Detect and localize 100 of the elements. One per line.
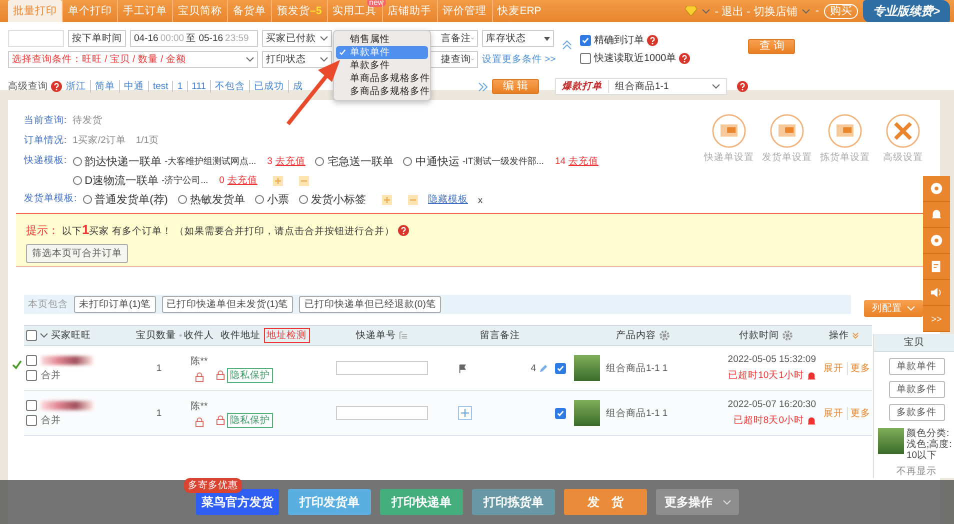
recharge-link[interactable]: 去充值 — [568, 155, 599, 168]
speaker-icon[interactable] — [930, 286, 943, 299]
flag-icon[interactable] — [458, 364, 467, 372]
action-button[interactable]: 打印快递单 — [380, 489, 463, 515]
saved-query-link[interactable]: 111 — [186, 81, 210, 92]
settings-shortcut[interactable]: 快递单设置 — [704, 114, 754, 164]
template-name[interactable]: 热敏发货单 — [190, 192, 245, 207]
add-icon[interactable] — [382, 194, 392, 204]
status-filter-button[interactable]: 未打印订单(1)笔 — [74, 296, 156, 313]
payment-status-dropdown[interactable]: 买家已付款 — [262, 30, 332, 47]
tracking-number-field[interactable] — [336, 361, 428, 375]
privacy-tag[interactable]: 隐私保护 — [227, 412, 273, 428]
action-button[interactable]: 打印拣货单 — [472, 489, 555, 515]
recharge-link[interactable]: 去充值 — [227, 174, 258, 187]
pencil-icon[interactable] — [539, 364, 548, 372]
caret-icon — [320, 36, 328, 41]
bell-icon[interactable] — [930, 208, 943, 221]
address-check-tag[interactable]: 地址检测 — [264, 328, 310, 343]
saved-query-link[interactable]: 不包含 — [210, 80, 250, 93]
collapse-button[interactable]: >> — [931, 314, 942, 324]
more-conditions-link[interactable]: 设置更多条件 >> — [482, 51, 556, 68]
menu-item[interactable]: 单商品多规格多件 — [336, 72, 428, 85]
expand-icon[interactable] — [478, 82, 488, 92]
template-name[interactable]: 宅急送一联单 — [327, 154, 394, 169]
checkbox[interactable] — [580, 52, 591, 64]
saved-query-link[interactable]: 已成功 — [249, 80, 288, 93]
account-links[interactable]: - 退出 - 切换店铺 — [714, 4, 798, 18]
field-label: 当前查询: — [24, 114, 67, 127]
radio-button[interactable] — [72, 157, 82, 166]
row-action-link[interactable]: 展开 — [820, 406, 846, 420]
renew-banner[interactable]: 专业版续费> — [862, 0, 950, 22]
privacy-tag[interactable]: 隐私保护 — [227, 368, 273, 382]
row-action-link[interactable]: 展开 — [820, 362, 846, 374]
add-icon[interactable] — [273, 176, 284, 186]
saved-query-link[interactable]: 简单 — [90, 80, 119, 93]
stock-status-dropdown[interactable]: 库存状态 — [482, 30, 554, 47]
checkbox[interactable] — [26, 354, 37, 366]
checkbox[interactable] — [554, 408, 566, 418]
column-config-button[interactable]: 列配置 — [864, 300, 923, 317]
saved-query-link[interactable]: 浙江 — [62, 80, 90, 93]
hot-item-dropdown[interactable]: 爆款打单 组合商品1-1 — [555, 78, 727, 95]
dismiss-link[interactable]: 不再显示 — [896, 465, 936, 478]
search-field[interactable] — [8, 30, 64, 47]
radio-button[interactable] — [298, 195, 308, 204]
radio-button[interactable] — [178, 195, 187, 204]
buy-button[interactable]: 购买 — [824, 4, 858, 18]
hide-templates-link[interactable]: 隐藏模板 — [428, 193, 468, 206]
checkbox[interactable] — [580, 34, 591, 46]
nav-tab[interactable]: 批量打印 — [8, 0, 62, 22]
add-memo-button[interactable] — [458, 406, 472, 420]
condition-dropdown[interactable]: 选择查询条件：旺旺 / 宝贝 / 数量 / 金额 — [8, 51, 258, 68]
template-name[interactable]: D速物流一联单 — [84, 173, 159, 188]
checkbox[interactable] — [26, 330, 37, 341]
status-filter-button[interactable]: 已打印快递单但已经退款(0)笔 — [299, 296, 441, 313]
template-name[interactable]: 发货小标签 — [310, 192, 366, 207]
chevron-icon[interactable] — [852, 332, 859, 339]
action-button[interactable]: 发 货 — [564, 489, 647, 515]
date-range-field[interactable]: 04-16 00:00 至 05-16 23:59 — [130, 30, 258, 47]
radio-button[interactable] — [72, 176, 82, 185]
template-name[interactable]: 小票 — [266, 192, 289, 207]
saved-query-link[interactable]: 1 — [172, 81, 187, 92]
checkbox[interactable] — [26, 400, 37, 410]
checkbox[interactable] — [26, 370, 37, 380]
template-name[interactable]: 中通快运 — [415, 154, 460, 169]
template-name[interactable]: 普通发货单(荐) — [94, 192, 168, 207]
action-button[interactable]: 打印发货单 — [288, 489, 371, 515]
action-button[interactable]: 菜鸟官方发货 — [196, 489, 279, 515]
template-name[interactable]: 韵达快递一联单 — [84, 154, 162, 169]
quick-filter-button[interactable]: 单款单件 — [888, 358, 944, 375]
filter-mergeable-button[interactable]: 筛选本页可合并订单 — [26, 244, 128, 263]
recharge-link[interactable]: 去充值 — [275, 155, 306, 168]
tracking-number-field[interactable] — [336, 406, 428, 420]
close-icon[interactable]: x — [478, 194, 482, 204]
remove-icon[interactable] — [408, 194, 418, 204]
note-icon[interactable] — [930, 260, 943, 273]
edit-button[interactable]: 编 辑 — [492, 79, 539, 94]
caret-icon — [246, 57, 254, 62]
checkbox[interactable] — [554, 362, 566, 374]
settings-shortcut[interactable]: 发货单设置 — [762, 114, 812, 164]
time-type-dropdown[interactable]: 按下单时间 — [68, 30, 126, 47]
settings-shortcut[interactable]: 拣货单设置 — [820, 114, 870, 164]
print-status-dropdown[interactable]: 打印状态 — [262, 51, 332, 68]
settings-shortcut[interactable]: 高级设置 — [878, 114, 928, 164]
saved-query-link[interactable]: 中通 — [119, 80, 148, 93]
checkbox[interactable] — [26, 414, 37, 426]
collapse-icon[interactable] — [562, 40, 572, 50]
quick-filter-button[interactable]: 多款多件 — [888, 404, 944, 421]
menu-item[interactable]: 多商品多规格多件 — [336, 85, 428, 98]
quick-filter-button[interactable]: 单款多件 — [888, 381, 944, 398]
radio-button[interactable] — [82, 195, 92, 204]
query-button[interactable]: 查 询 — [748, 39, 796, 54]
radio-button[interactable] — [254, 195, 264, 204]
action-button[interactable]: 更多操作 — [656, 489, 739, 515]
saved-query-link[interactable]: test — [148, 81, 172, 92]
radio-button[interactable] — [315, 157, 324, 166]
remove-icon[interactable] — [299, 176, 310, 186]
status-filter-button[interactable]: 已打印快递单但未发货(1)笔 — [162, 296, 294, 313]
saved-query-link[interactable]: 成 — [288, 80, 308, 93]
radio-button[interactable] — [403, 157, 412, 166]
menu-item[interactable]: 单款单件 — [336, 46, 428, 59]
